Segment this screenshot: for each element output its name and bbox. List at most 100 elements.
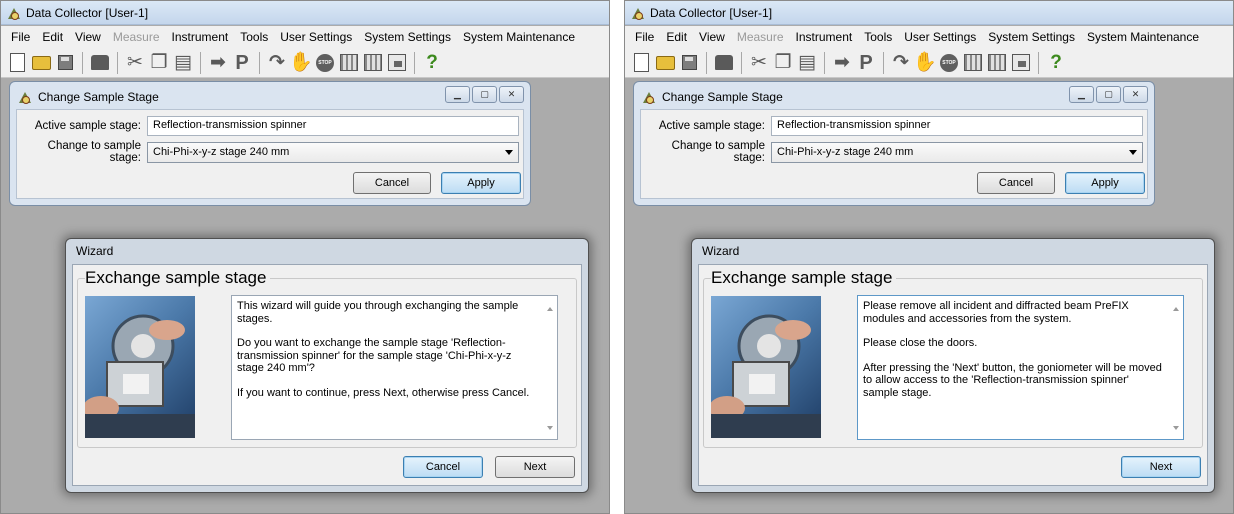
redo-icon[interactable]: ↷ bbox=[890, 52, 912, 74]
apply-button[interactable]: Apply bbox=[441, 172, 521, 194]
wizard-next-button[interactable]: Next bbox=[1121, 456, 1201, 478]
hand-icon[interactable]: ✋ bbox=[913, 52, 937, 74]
wizard-heading: Exchange sample stage bbox=[711, 268, 897, 288]
dialog-title-bar: Change Sample Stage bbox=[642, 87, 783, 107]
save-icon[interactable] bbox=[54, 52, 76, 74]
toolbar-separator bbox=[117, 51, 118, 74]
chart-icon[interactable] bbox=[1010, 52, 1032, 74]
app-title-bar: Data Collector [User-1] bbox=[625, 1, 1233, 25]
wizard-next-button[interactable]: Next bbox=[495, 456, 575, 478]
copy-icon[interactable]: ❐ bbox=[772, 52, 794, 74]
help-icon[interactable]: ? bbox=[421, 52, 443, 74]
menu-measure[interactable]: Measure bbox=[731, 30, 790, 44]
menu-system-maintenance[interactable]: System Maintenance bbox=[1081, 30, 1205, 44]
new-document-icon[interactable] bbox=[6, 52, 28, 74]
toolbar-separator bbox=[414, 51, 415, 74]
toolbar-separator bbox=[1038, 51, 1039, 74]
menu-system-settings[interactable]: System Settings bbox=[358, 30, 457, 44]
grid-alt-icon[interactable] bbox=[362, 52, 384, 74]
scroll-up-icon[interactable] bbox=[1173, 307, 1179, 311]
cancel-button[interactable]: Cancel bbox=[977, 172, 1055, 194]
scroll-down-icon[interactable] bbox=[547, 426, 553, 430]
wizard-text-area[interactable]: This wizard will guide you through excha… bbox=[231, 295, 558, 440]
menu-file[interactable]: File bbox=[5, 30, 36, 44]
menu-instrument[interactable]: Instrument bbox=[790, 30, 859, 44]
menu-file[interactable]: File bbox=[629, 30, 660, 44]
wizard-cancel-button[interactable]: Cancel bbox=[403, 456, 483, 478]
redo-icon[interactable]: ↷ bbox=[266, 52, 288, 74]
wizard-paragraph: Do you want to exchange the sample stage… bbox=[237, 337, 512, 374]
save-icon[interactable] bbox=[678, 52, 700, 74]
app-logo-icon bbox=[631, 6, 645, 20]
arrow-right-icon[interactable]: ➡ bbox=[831, 52, 853, 74]
wizard-paragraph: Please close the doors. bbox=[863, 337, 978, 349]
menu-instrument[interactable]: Instrument bbox=[166, 30, 235, 44]
menu-tools[interactable]: Tools bbox=[234, 30, 274, 44]
cut-icon[interactable]: ✂ bbox=[124, 52, 146, 74]
apply-button[interactable]: Apply bbox=[1065, 172, 1145, 194]
wizard-text-area[interactable]: Please remove all incident and diffracte… bbox=[857, 295, 1184, 440]
chart-icon[interactable] bbox=[386, 52, 408, 74]
arrow-right-icon[interactable]: ➡ bbox=[207, 52, 229, 74]
menu-edit[interactable]: Edit bbox=[660, 30, 693, 44]
hand-icon[interactable]: ✋ bbox=[289, 52, 313, 74]
menu-bar: File Edit View Measure Instrument Tools … bbox=[625, 26, 1233, 48]
menu-view[interactable]: View bbox=[69, 30, 107, 44]
cut-icon[interactable]: ✂ bbox=[748, 52, 770, 74]
change-stage-row: Change to sample stage: Chi-Phi-x-y-z st… bbox=[641, 140, 1143, 164]
stop-icon[interactable]: STOP bbox=[314, 52, 336, 74]
menu-tools[interactable]: Tools bbox=[858, 30, 898, 44]
open-folder-icon[interactable] bbox=[30, 52, 52, 74]
cancel-button[interactable]: Cancel bbox=[353, 172, 431, 194]
toolbar-separator bbox=[259, 51, 260, 74]
close-button[interactable]: ✕ bbox=[1123, 86, 1148, 103]
stop-icon[interactable]: STOP bbox=[938, 52, 960, 74]
grid-alt-icon[interactable] bbox=[986, 52, 1008, 74]
open-folder-icon[interactable] bbox=[654, 52, 676, 74]
paste-icon[interactable]: ▤ bbox=[172, 52, 194, 74]
active-stage-field[interactable]: Reflection-transmission spinner bbox=[771, 116, 1143, 136]
toolbar-separator bbox=[82, 51, 83, 74]
dialog-title: Change Sample Stage bbox=[38, 90, 159, 104]
minimize-button[interactable]: ▁ bbox=[445, 86, 470, 103]
change-stage-select[interactable]: Chi-Phi-x-y-z stage 240 mm bbox=[147, 141, 519, 163]
minimize-button[interactable]: ▁ bbox=[1069, 86, 1094, 103]
p-icon[interactable]: P bbox=[231, 52, 253, 74]
scroll-up-icon[interactable] bbox=[547, 307, 553, 311]
menu-user-settings[interactable]: User Settings bbox=[274, 30, 358, 44]
change-stage-select[interactable]: Chi-Phi-x-y-z stage 240 mm bbox=[771, 141, 1143, 163]
change-sample-stage-dialog: Change Sample Stage ▁ ▢ ✕ Active sample … bbox=[633, 81, 1155, 206]
menu-user-settings[interactable]: User Settings bbox=[898, 30, 982, 44]
new-document-icon[interactable] bbox=[630, 52, 652, 74]
window-controls: ▁ ▢ ✕ bbox=[1067, 86, 1148, 103]
close-button[interactable]: ✕ bbox=[499, 86, 524, 103]
menu-measure[interactable]: Measure bbox=[107, 30, 166, 44]
help-icon[interactable]: ? bbox=[1045, 52, 1067, 74]
copy-icon[interactable]: ❐ bbox=[148, 52, 170, 74]
p-icon[interactable]: P bbox=[855, 52, 877, 74]
menu-system-maintenance[interactable]: System Maintenance bbox=[457, 30, 581, 44]
maximize-button[interactable]: ▢ bbox=[472, 86, 497, 103]
menu-edit[interactable]: Edit bbox=[36, 30, 69, 44]
maximize-button[interactable]: ▢ bbox=[1096, 86, 1121, 103]
scroll-down-icon[interactable] bbox=[1173, 426, 1179, 430]
change-stage-value: Chi-Phi-x-y-z stage 240 mm bbox=[153, 145, 290, 158]
app-title: Data Collector [User-1] bbox=[26, 5, 149, 20]
change-sample-stage-dialog: Change Sample Stage ▁ ▢ ✕ Active sample … bbox=[9, 81, 531, 206]
active-stage-row: Active sample stage: Reflection-transmis… bbox=[641, 116, 1143, 136]
chevron-down-icon bbox=[1129, 149, 1137, 155]
menu-view[interactable]: View bbox=[693, 30, 731, 44]
app-title-bar: Data Collector [User-1] bbox=[1, 1, 609, 25]
paste-icon[interactable]: ▤ bbox=[796, 52, 818, 74]
grid-icon[interactable] bbox=[338, 52, 360, 74]
active-stage-field[interactable]: Reflection-transmission spinner bbox=[147, 116, 519, 136]
wizard-paragraph: After pressing the 'Next' button, the go… bbox=[863, 361, 1162, 399]
grid-icon[interactable] bbox=[962, 52, 984, 74]
drive-icon[interactable] bbox=[89, 52, 111, 74]
dialog-body: Active sample stage: Reflection-transmis… bbox=[640, 109, 1148, 199]
dialog-title: Change Sample Stage bbox=[662, 90, 783, 104]
drive-icon[interactable] bbox=[713, 52, 735, 74]
app-logo-icon bbox=[642, 90, 656, 104]
change-stage-label: Change to sample stage: bbox=[671, 140, 765, 164]
menu-system-settings[interactable]: System Settings bbox=[982, 30, 1081, 44]
